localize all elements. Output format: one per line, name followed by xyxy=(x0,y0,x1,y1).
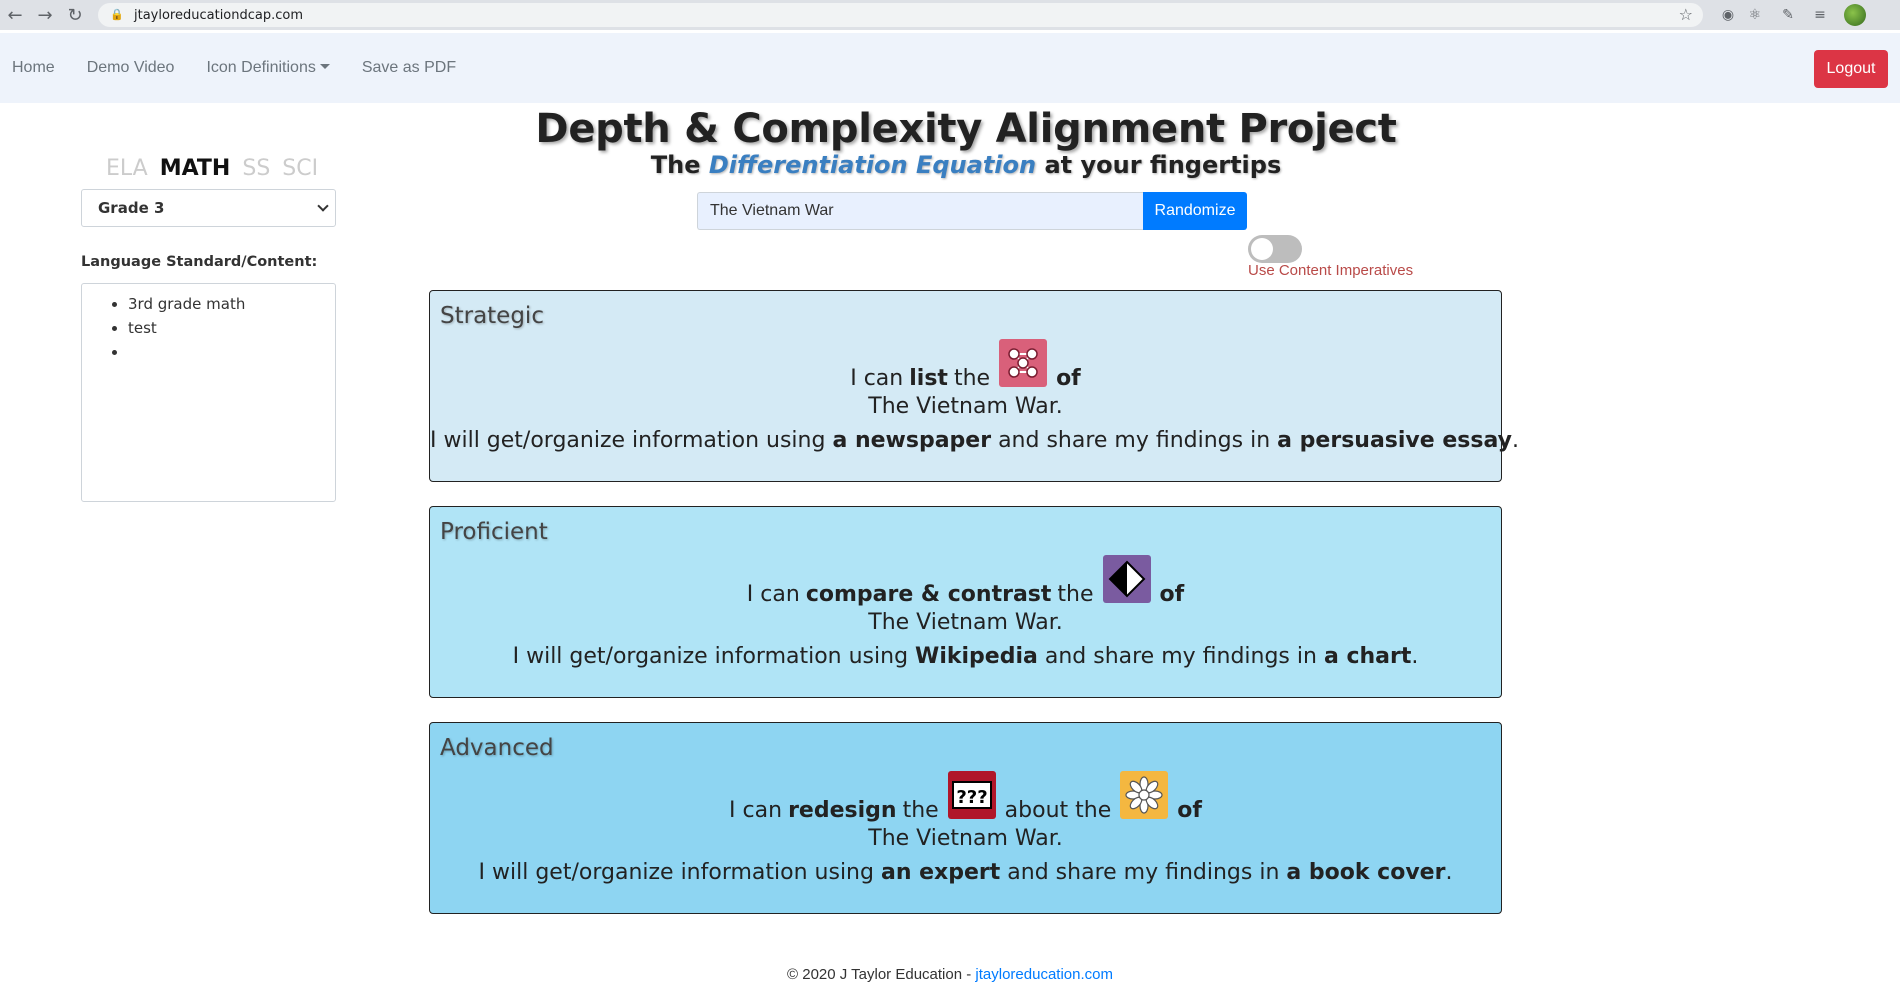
big-idea-icon[interactable] xyxy=(1120,771,1169,819)
unanswered-questions-icon[interactable]: ??? xyxy=(947,771,996,819)
reading-list-icon[interactable]: ≡ xyxy=(1810,5,1830,25)
i-can-text: I can xyxy=(850,366,904,391)
puzzle-icon[interactable]: ✎ xyxy=(1778,5,1798,25)
randomize-button[interactable]: Randomize xyxy=(1143,192,1247,230)
l3-mid: and share my findings in xyxy=(998,428,1271,453)
extension-react-icon[interactable]: ⚛ xyxy=(1745,5,1765,25)
card-line-1: I can list the of xyxy=(430,335,1501,391)
content-imperatives-label: Use Content Imperatives xyxy=(1248,262,1414,279)
card-title: Proficient xyxy=(440,519,548,545)
nav-demo-video[interactable]: Demo Video xyxy=(71,59,191,77)
source-text: a newspaper xyxy=(832,428,992,453)
product-text: a chart xyxy=(1323,644,1412,669)
address-bar[interactable]: 🔒 jtayloreducationdcap.com ☆ xyxy=(98,3,1703,27)
l3-mid: and share my findings in xyxy=(1044,644,1317,669)
verb-text: redesign xyxy=(788,798,897,823)
browser-toolbar: ← → ↻ 🔒 jtayloreducationdcap.com ☆ ◉ ⚛ ✎… xyxy=(0,0,1900,30)
nav-icon-definitions[interactable]: Icon Definitions xyxy=(190,59,345,77)
grade-select-value: Grade 3 xyxy=(98,199,165,217)
svg-text:???: ??? xyxy=(956,787,987,808)
subtitle-accent: Differentiation Equation xyxy=(708,151,1037,179)
toggle-knob xyxy=(1251,238,1273,260)
lock-icon: 🔒 xyxy=(110,8,124,21)
source-text: an expert xyxy=(880,860,1001,885)
subtitle-post: at your fingertips xyxy=(1036,151,1282,179)
nav-home[interactable]: Home xyxy=(0,59,71,77)
footer-link[interactable]: jtayloreducation.com xyxy=(975,966,1113,983)
the-text: the xyxy=(953,366,991,391)
list-item xyxy=(128,340,335,364)
app-navbar: Home Demo Video Icon Definitions Save as… xyxy=(0,33,1900,103)
chevron-down-icon xyxy=(317,200,329,212)
product-text: a book cover xyxy=(1286,860,1446,885)
card-line-1: I can compare & contrast the of xyxy=(430,551,1501,607)
topic-text: The Vietnam War. xyxy=(868,826,1063,851)
advanced-card: Advanced I can redesign the ??? about th… xyxy=(429,722,1502,914)
the-text: the xyxy=(902,798,939,823)
list-item: 3rd grade math xyxy=(128,292,335,316)
i-can-text: I can xyxy=(746,582,800,607)
i-can-text: I can xyxy=(729,798,783,823)
subtitle-pre: The xyxy=(650,151,709,179)
tab-ss[interactable]: SS xyxy=(242,156,270,181)
logout-button[interactable]: Logout xyxy=(1814,50,1888,88)
topic-text: The Vietnam War. xyxy=(868,394,1063,419)
card-line-3: I will get/organize information using an… xyxy=(430,860,1501,885)
copyright-text: © 2020 J Taylor Education - xyxy=(787,966,976,983)
the-text: the xyxy=(1057,582,1094,607)
source-text: Wikipedia xyxy=(915,644,1038,669)
details-icon[interactable] xyxy=(999,339,1048,387)
topic-input[interactable]: The Vietnam War xyxy=(697,192,1143,230)
list-item: test xyxy=(128,316,335,340)
card-title: Advanced xyxy=(440,735,554,761)
language-standard-textarea[interactable]: 3rd grade math test xyxy=(81,283,336,502)
footer: © 2020 J Taylor Education - jtayloreduca… xyxy=(0,966,1900,983)
reload-icon[interactable]: ↻ xyxy=(60,0,90,30)
back-icon[interactable]: ← xyxy=(0,0,30,30)
card-line-1: I can redesign the ??? about the of xyxy=(430,767,1501,823)
nav-icon-definitions-label: Icon Definitions xyxy=(206,59,316,76)
grade-select[interactable]: Grade 3 xyxy=(81,189,336,227)
l3-pre: I will get/organize information using xyxy=(430,428,826,453)
l3-pre: I will get/organize information using xyxy=(512,644,909,669)
l3-pre: I will get/organize information using xyxy=(478,860,874,885)
l3-mid: and share my findings in xyxy=(1007,860,1280,885)
card-line-3: I will get/organize information using a … xyxy=(430,428,1519,453)
card-line-3: I will get/organize information using Wi… xyxy=(430,644,1501,669)
extension-icon[interactable]: ◉ xyxy=(1718,5,1738,25)
content-imperatives-toggle[interactable] xyxy=(1248,235,1302,263)
about-the-text: about the xyxy=(1004,798,1112,823)
verb-text: list xyxy=(909,366,948,391)
of-text: of xyxy=(1159,582,1185,607)
proficient-card: Proficient I can compare & contrast the … xyxy=(429,506,1502,698)
bookmark-star-icon[interactable]: ☆ xyxy=(1679,5,1693,24)
forward-icon[interactable]: → xyxy=(30,0,60,30)
tab-sci[interactable]: SCI xyxy=(282,156,318,181)
period: . xyxy=(1445,860,1453,885)
product-text: a persuasive essay xyxy=(1277,428,1512,453)
contrast-icon[interactable] xyxy=(1102,555,1151,603)
url-text: jtayloreducationdcap.com xyxy=(134,7,304,23)
nav-save-pdf[interactable]: Save as PDF xyxy=(346,59,472,77)
strategic-card: Strategic I can list the of The Vietnam … xyxy=(429,290,1519,482)
card-title: Strategic xyxy=(440,303,544,329)
language-standard-label: Language Standard/Content: xyxy=(81,254,318,270)
of-text: of xyxy=(1056,366,1081,391)
tab-math[interactable]: MATH xyxy=(160,156,231,181)
of-text: of xyxy=(1177,798,1202,823)
period: . xyxy=(1511,428,1519,453)
verb-text: compare & contrast xyxy=(805,582,1052,607)
period: . xyxy=(1411,644,1419,669)
page-title: Depth & Complexity Alignment Project xyxy=(535,106,1397,152)
subject-tabs: ELA MATH SS SCI xyxy=(106,156,318,181)
profile-avatar[interactable] xyxy=(1844,4,1866,26)
caret-down-icon xyxy=(319,64,330,69)
topic-text: The Vietnam War. xyxy=(868,610,1063,635)
tab-ela[interactable]: ELA xyxy=(106,156,148,181)
